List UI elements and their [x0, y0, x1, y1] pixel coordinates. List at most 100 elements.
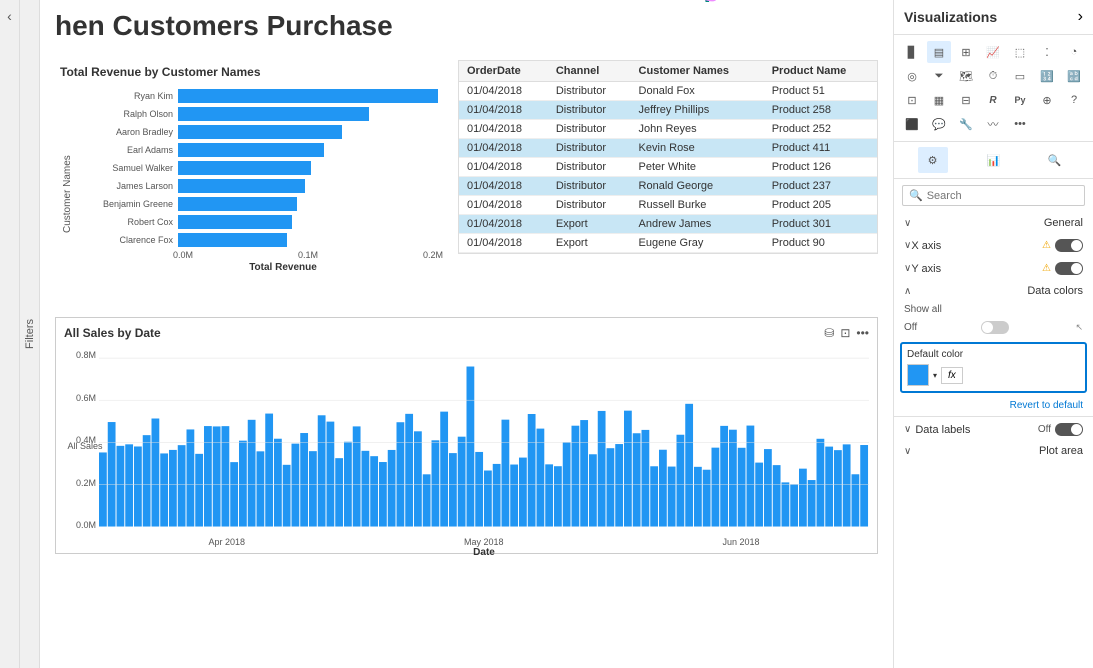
bar-chart-y-label: Customer Names [60, 84, 73, 304]
viz-icon-kpi[interactable]: 🔢 [1035, 65, 1059, 87]
table-row[interactable]: 01/04/2018 Distributor Donald Fox Produc… [459, 82, 877, 101]
format-icon[interactable]: ⚙ [918, 147, 948, 173]
section-general[interactable]: ∨ General [894, 212, 1093, 234]
analytics-icon[interactable]: 📊 [979, 147, 1009, 173]
section-data-colors[interactable]: ∧ Data colors [894, 280, 1093, 302]
bar-row: Aaron Bradley [83, 125, 443, 139]
bar-row: Robert Cox [83, 215, 443, 229]
viz-icon-treemap[interactable]: ▦ [927, 89, 951, 111]
search-input[interactable] [927, 190, 1078, 202]
bar-row: Ryan Kim [83, 89, 443, 103]
panel-header-icons: › [1078, 8, 1083, 26]
table-wrapper: OrderDate Channel Customer Names Product… [458, 60, 878, 309]
panel-toolbar: ⚙ 📊 🔍 [894, 142, 1093, 179]
bottom-chart-title: All Sales by Date [64, 326, 161, 340]
show-all-row: Show all [894, 302, 1093, 319]
color-swatch[interactable] [907, 364, 929, 386]
bar-row: Clarence Fox [83, 233, 443, 247]
table-row[interactable]: 01/04/2018 Distributor Jeffrey Phillips … [459, 101, 877, 120]
table-row[interactable]: 01/04/2018 Export Eugene Gray Product 90 [459, 234, 877, 253]
expand-icon[interactable]: ⊡ [840, 326, 850, 340]
bar-row: Earl Adams [83, 143, 443, 157]
color-picker-row: ▾ fx [907, 364, 1080, 386]
fx-button[interactable]: fx [941, 367, 963, 384]
viz-icon-custom2[interactable]: 💬 [927, 113, 951, 135]
table-row[interactable]: 01/04/2018 Distributor Ronald George Pro… [459, 177, 877, 196]
section-x-axis[interactable]: ∨ X axis ⚠ [894, 234, 1093, 257]
section-plot-area[interactable]: ∨ Plot area [894, 440, 1093, 462]
data-table: OrderDate Channel Customer Names Product… [459, 61, 877, 253]
color-dropdown-arrow[interactable]: ▾ [933, 371, 937, 380]
default-color-section: Default color ▾ fx [900, 342, 1087, 393]
viz-icon-donut[interactable]: ◎ [900, 65, 924, 87]
bar-chart-x-labels: 0.0M 0.1M 0.2M [73, 250, 443, 260]
section-y-axis[interactable]: ∨ Y axis ⚠ [894, 257, 1093, 280]
viz-icon-bar[interactable]: ▊ [900, 41, 924, 63]
table-row[interactable]: 01/04/2018 Export Andrew James Product 3… [459, 215, 877, 234]
viz-icon-matrix[interactable]: ⊡ [900, 89, 924, 111]
table-row[interactable]: 01/04/2018 Distributor Peter White Produ… [459, 158, 877, 177]
viz-icon-qna[interactable]: ? [1062, 89, 1086, 111]
off-toggle-row: Off ↖ [894, 319, 1093, 338]
collapse-panel-button[interactable]: ‹ [0, 0, 20, 668]
viz-icon-funnel[interactable]: ⏷ [927, 65, 951, 87]
revert-link[interactable]: Revert to default [894, 397, 1093, 414]
data-labels-toggle[interactable] [1055, 423, 1083, 436]
section-data-labels[interactable]: ∨ Data labels Off [894, 419, 1093, 440]
x-axis-warning-icon: ⚠ [1042, 240, 1051, 251]
bar-row: Benjamin Greene [83, 197, 443, 211]
viz-icon-custom1[interactable]: ⬛ [900, 113, 924, 135]
bar-row: James Larson [83, 179, 443, 193]
col-orderdate: OrderDate [459, 61, 548, 82]
search-box: 🔍 [902, 185, 1085, 206]
viz-icon-line[interactable]: 📈 [981, 41, 1005, 63]
panel-title: Visualizations [904, 9, 997, 25]
viz-icon-r[interactable]: R [981, 89, 1005, 111]
panel-expand-icon[interactable]: › [1078, 8, 1083, 26]
viz-icon-area[interactable]: ⬚ [1008, 41, 1032, 63]
viz-icon-slicer[interactable]: 🔡 [1062, 65, 1086, 87]
table-row[interactable]: 01/04/2018 Distributor Russell Burke Pro… [459, 196, 877, 215]
viz-icons-grid: ▊ ▤ ⊞ 📈 ⬚ ⁚ ◔ ◎ ⏷ 🗺 ⏱ ▭ 🔢 🔡 ⊡ ▦ ⊟ R Py ⊕… [894, 35, 1093, 142]
y-axis-warning-icon: ⚠ [1042, 263, 1051, 274]
default-color-label: Default color [907, 349, 1080, 360]
show-all-toggle[interactable] [981, 321, 1009, 334]
data-table-container: OrderDate Channel Customer Names Product… [458, 60, 878, 254]
enterprise-dna-logo: 🧬 ENTERPRISE DNA [702, 0, 878, 4]
bar-chart-x-title: Total Revenue [73, 262, 443, 273]
bar-chart-bars: Ryan Kim Ralph Olson Aaron Bradley Earl … [73, 89, 443, 247]
table-row[interactable]: 01/04/2018 Distributor John Reyes Produc… [459, 120, 877, 139]
main-content: hen Customers Purchase 🧬 ENTERPRISE DNA … [40, 0, 893, 668]
panel-header: Visualizations › [894, 0, 1093, 35]
viz-icon-custom3[interactable]: 🔧 [954, 113, 978, 135]
filters-label: Filters [24, 319, 36, 349]
viz-icon-card[interactable]: ▭ [1008, 65, 1032, 87]
table-row[interactable]: 01/04/2018 Distributor Kevin Rose Produc… [459, 139, 877, 158]
viz-icon-custom4[interactable]: 〰 [981, 113, 1005, 135]
viz-icon-py[interactable]: Py [1008, 89, 1032, 111]
viz-icon-scatter[interactable]: ⁚ [1035, 41, 1059, 63]
search-icon: 🔍 [909, 189, 923, 202]
viz-icon-more[interactable]: ••• [1008, 113, 1032, 135]
viz-icon-decomp[interactable]: ⊕ [1035, 89, 1059, 111]
filters-strip: Filters [20, 0, 40, 668]
y-axis-toggle[interactable] [1055, 262, 1083, 275]
chart-icon[interactable]: 🔍 [1040, 147, 1070, 173]
bar-row: Ralph Olson [83, 107, 443, 121]
bottom-chart-svg [99, 345, 869, 530]
viz-icon-gauge[interactable]: ⏱ [981, 65, 1005, 87]
col-channel: Channel [548, 61, 631, 82]
viz-icon-map[interactable]: 🗺 [954, 65, 978, 87]
viz-icon-stacked-bar[interactable]: ▤ [927, 41, 951, 63]
table-body: 01/04/2018 Distributor Donald Fox Produc… [459, 82, 877, 253]
filter-icon[interactable]: ⛁ [824, 326, 834, 340]
bar-chart: Total Revenue by Customer Names Customer… [55, 60, 448, 309]
viz-icon-waterfall[interactable]: ⊟ [954, 89, 978, 111]
viz-icon-table[interactable]: ⊞ [954, 41, 978, 63]
bar-row: Samuel Walker [83, 161, 443, 175]
more-icon[interactable]: ••• [856, 326, 869, 340]
x-axis-toggle[interactable] [1055, 239, 1083, 252]
col-customer: Customer Names [631, 61, 764, 82]
viz-icon-pie[interactable]: ◔ [1062, 41, 1086, 63]
dna-icon: 🧬 [702, 0, 732, 4]
